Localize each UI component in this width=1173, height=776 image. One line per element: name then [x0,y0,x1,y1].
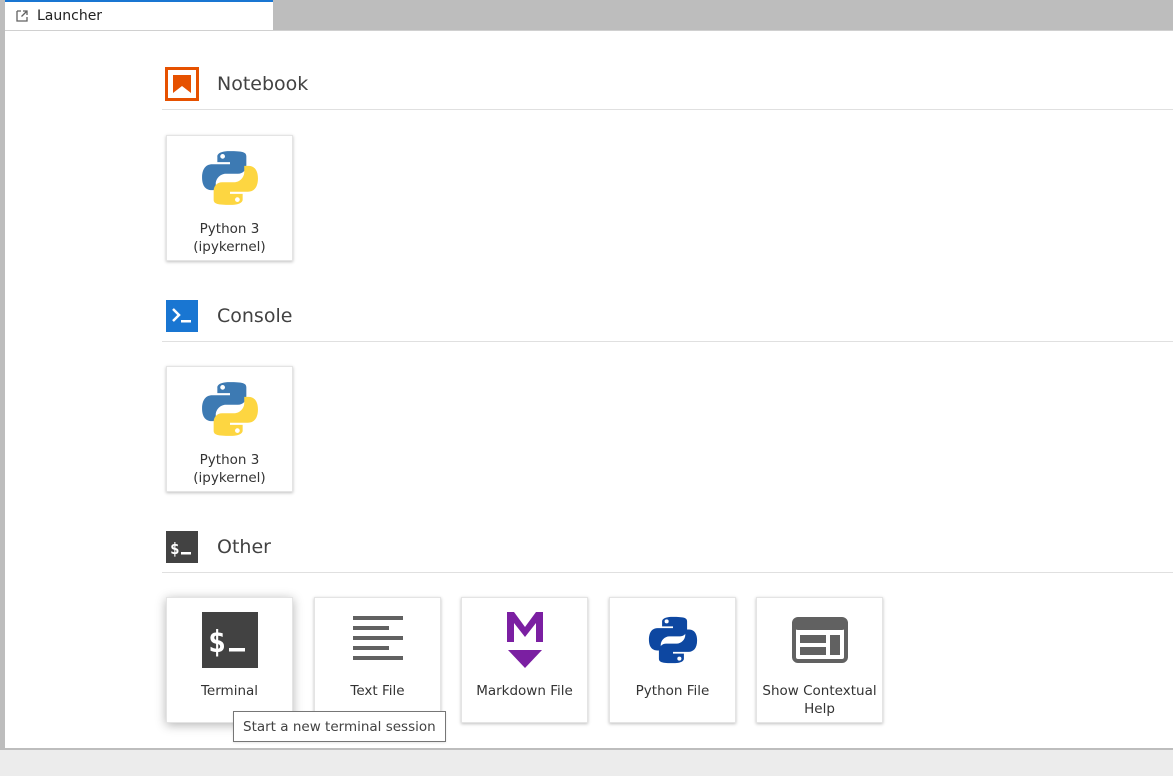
card-label: Python 3 (ipykernel) [171,451,288,487]
card-label: Markdown File [476,683,573,699]
card-label: Terminal [200,683,259,699]
notebook-icon [165,66,199,101]
section-header-other: $ Other [162,521,1173,573]
terminal-icon: $ [165,530,199,564]
card-terminal[interactable]: $ Terminal [166,597,293,723]
status-bar [0,750,1173,776]
card-label: Python File [635,683,710,699]
card-markdown-file[interactable]: Markdown File [461,597,588,723]
card-label-line2: Help [804,701,835,717]
card-text-file[interactable]: Text File [314,597,441,723]
launcher-body: Notebook Python 3 (ipykernel) Console Py… [5,30,1173,748]
tab-title: Launcher [37,8,103,24]
svg-text:$: $ [208,625,226,660]
contextual-help-icon [757,610,882,670]
card-label-line2: (ipykernel) [193,239,266,255]
python-logo-icon [167,379,292,439]
tooltip: Start a new terminal session [233,711,446,742]
card-label: Show Contextual Help [761,682,878,718]
section-header-notebook: Notebook [162,58,1173,110]
python-file-icon [610,610,735,670]
section-title-notebook: Notebook [217,72,309,95]
svg-text:$: $ [170,539,180,558]
card-label-line2: (ipykernel) [193,470,266,486]
card-label: Text File [350,683,405,699]
text-file-icon [315,610,440,670]
launcher-frame: Launcher Notebook Python 3 (ipykernel) C… [0,0,1173,750]
tab-bar: Launcher [0,0,1173,30]
card-contextual-help[interactable]: Show Contextual Help [756,597,883,723]
tab-launcher[interactable]: Launcher [5,0,273,30]
card-label-line1: Python 3 [199,452,260,468]
card-notebook-python3[interactable]: Python 3 (ipykernel) [166,135,293,261]
card-label-line1: Show Contextual [762,683,877,699]
launch-icon [15,9,29,23]
section-header-console: Console [162,290,1173,342]
card-console-python3[interactable]: Python 3 (ipykernel) [166,366,293,492]
console-icon [165,299,199,333]
section-title-other: Other [217,535,271,558]
card-python-file[interactable]: Python File [609,597,736,723]
section-title-console: Console [217,304,293,327]
card-label: Python 3 (ipykernel) [171,220,288,256]
python-logo-icon [167,148,292,208]
card-label-line1: Python 3 [199,221,260,237]
markdown-icon [462,610,587,670]
terminal-icon: $ [167,610,292,670]
